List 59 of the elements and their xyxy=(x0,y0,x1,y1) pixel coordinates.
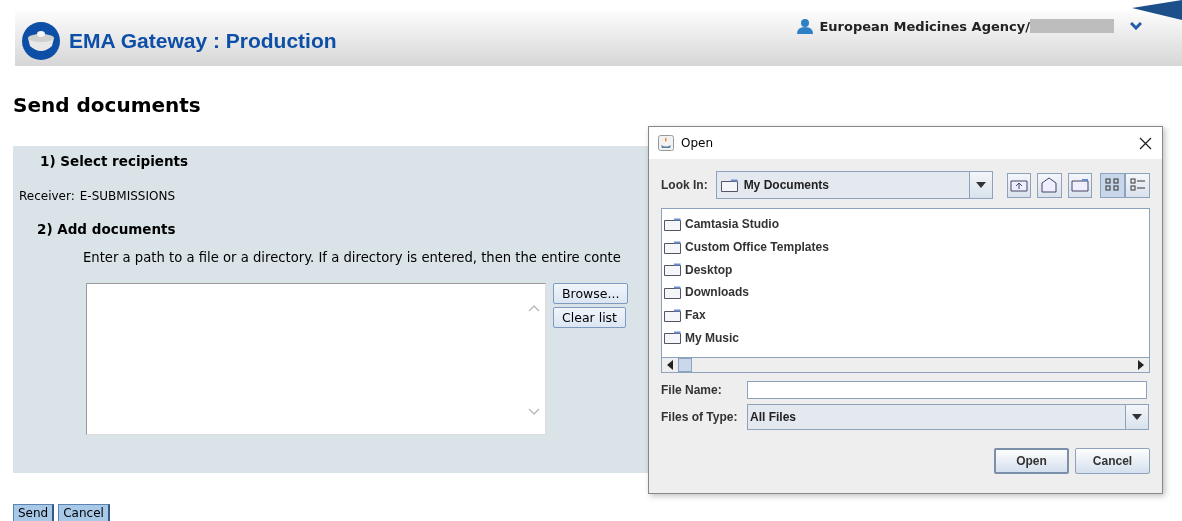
caret-icon xyxy=(1132,414,1142,420)
path-list-field[interactable] xyxy=(86,283,546,435)
files-of-type-label: Files of Type: xyxy=(661,410,739,424)
section-heading: 2) Add documents xyxy=(36,220,176,237)
cancel-button[interactable]: Cancel xyxy=(58,504,110,521)
caret-icon xyxy=(975,182,986,188)
scroll-right-icon[interactable] xyxy=(1137,360,1145,370)
open-button[interactable]: Open xyxy=(994,448,1069,474)
folder-item[interactable]: My Music xyxy=(685,330,739,345)
receiver-value: E-SUBMISSIONS xyxy=(79,189,175,203)
folder-icon xyxy=(1070,178,1089,192)
file-name-label: File Name: xyxy=(661,383,723,397)
folder-icon xyxy=(664,308,681,322)
instructions-text: Enter a path to a file or a directory. If a directory is entered, then the entire conte xyxy=(82,249,621,265)
details-view-icon xyxy=(1129,178,1146,192)
scroll-up-icon[interactable] xyxy=(528,304,540,312)
folder-item[interactable]: Desktop xyxy=(685,262,733,277)
new-folder-button[interactable] xyxy=(1067,172,1092,198)
look-in-label: Look In: xyxy=(661,178,709,192)
horizontal-scrollbar[interactable] xyxy=(662,357,1149,372)
logo-icon xyxy=(21,21,61,61)
folder-item[interactable]: Fax xyxy=(685,308,706,323)
chevron-down-icon[interactable] xyxy=(1130,22,1142,30)
user-icon xyxy=(797,18,814,34)
details-view-button[interactable] xyxy=(1125,172,1150,198)
cancel-button[interactable]: Cancel xyxy=(1075,448,1150,474)
section-heading: 1) Select recipients xyxy=(39,152,189,169)
folder-icon xyxy=(664,217,681,231)
files-of-type-dropdown[interactable]: All Files xyxy=(747,404,1149,430)
folder-icon xyxy=(720,178,738,192)
look-in-dropdown[interactable]: My Documents xyxy=(715,171,993,199)
receiver-label: Receiver: xyxy=(19,189,75,203)
scroll-left-icon[interactable] xyxy=(666,360,674,370)
list-view-button[interactable] xyxy=(1100,172,1125,198)
clear-list-button[interactable]: Clear list xyxy=(553,307,627,328)
folder-item[interactable]: Custom Office Templates xyxy=(685,240,829,255)
folder-icon xyxy=(664,285,681,299)
folder-icon xyxy=(664,263,681,277)
home-icon xyxy=(1040,177,1059,193)
folder-icon xyxy=(664,331,681,345)
dialog-title: Open xyxy=(681,136,714,150)
up-folder-icon xyxy=(1010,178,1029,192)
corner-decoration xyxy=(1132,0,1182,20)
home-button[interactable] xyxy=(1037,172,1062,198)
java-icon xyxy=(658,135,674,151)
browse-button[interactable]: Browse... xyxy=(553,283,629,304)
close-icon[interactable] xyxy=(1139,136,1152,150)
file-name-field[interactable] xyxy=(747,381,1147,399)
grid-view-icon xyxy=(1104,178,1121,192)
page-title: Send documents xyxy=(13,93,202,117)
up-folder-button[interactable] xyxy=(1006,172,1032,198)
account-name[interactable]: European Medicines Agency/ xyxy=(819,18,1030,34)
folder-icon xyxy=(664,240,681,254)
scroll-thumb[interactable] xyxy=(678,358,692,372)
send-button[interactable]: Send xyxy=(13,504,55,521)
scroll-down-icon[interactable] xyxy=(528,408,540,416)
folder-item[interactable]: Camtasia Studio xyxy=(685,217,780,232)
folder-item[interactable]: Downloads xyxy=(685,285,749,300)
app-title: EMA Gateway : Production xyxy=(69,29,337,53)
